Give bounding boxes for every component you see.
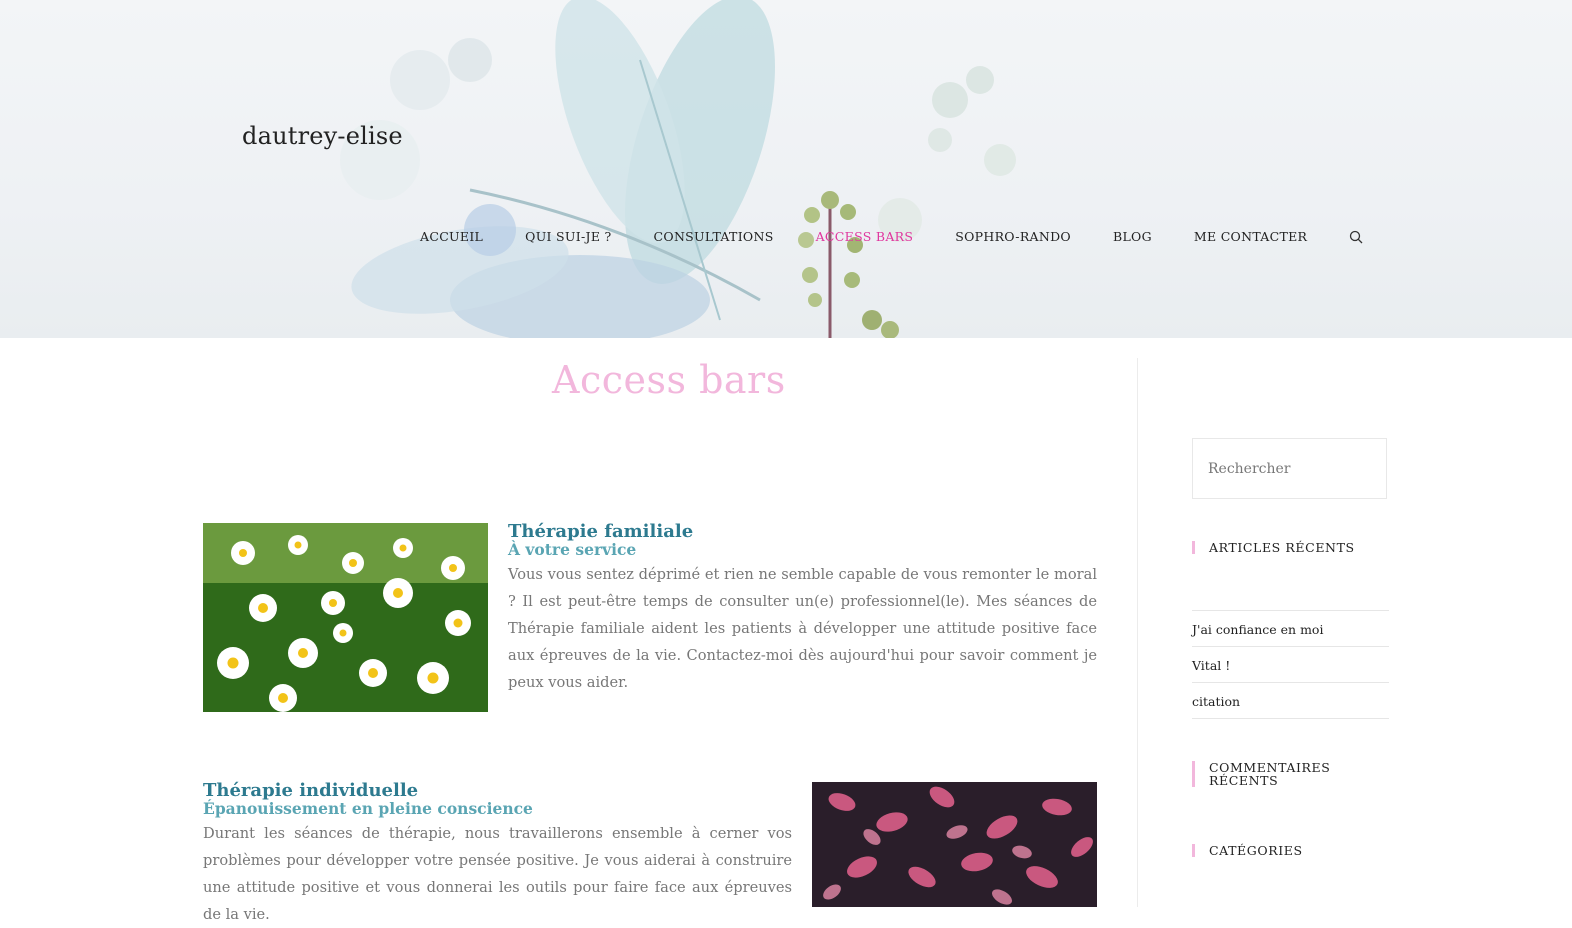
service-therapie-individuelle: Thérapie individuelle Épanouissement en … <box>203 781 792 928</box>
service-text: Durant les séances de thérapie, nous tra… <box>203 825 792 923</box>
service-text: Vous vous sentez déprimé et rien ne semb… <box>508 566 1097 691</box>
page-title: Access bars <box>552 358 786 402</box>
categories-title: CATÉGORIES <box>1192 844 1303 857</box>
pink-leaves-image <box>812 782 1097 907</box>
nav-item-access-bars[interactable]: ACCESS BARS <box>816 229 914 244</box>
site-title[interactable]: dautrey-elise <box>242 122 403 150</box>
service-title: Thérapie individuelle <box>203 780 419 801</box>
sidebar-search-input[interactable] <box>1192 438 1387 499</box>
recent-articles-list: J'ai confiance en moi Vital ! citation <box>1192 610 1389 719</box>
recent-articles-title: ARTICLES RÉCENTS <box>1192 541 1355 554</box>
nav-item-me-contacter[interactable]: ME CONTACTER <box>1194 229 1307 244</box>
nav-item-qui-suis-je[interactable]: QUI SUI-JE ? <box>525 229 611 244</box>
sidebar-divider <box>1137 358 1138 907</box>
nav-item-blog[interactable]: BLOG <box>1113 229 1152 244</box>
service-subtitle: Épanouissement en pleine conscience <box>203 799 533 818</box>
recent-comments-title: COMMENTAIRES RÉCENTS <box>1192 761 1359 787</box>
nav-item-sophro-rando[interactable]: SOPHRO-RANDO <box>955 229 1071 244</box>
service-subtitle: À votre service <box>508 540 637 559</box>
service-title: Thérapie familiale <box>508 521 694 542</box>
search-icon[interactable] <box>1349 230 1363 244</box>
nav-item-accueil[interactable]: ACCUEIL <box>420 229 483 244</box>
header-botanical-illustration <box>340 0 1016 338</box>
recent-article-link[interactable]: J'ai confiance en moi <box>1192 610 1389 646</box>
main-navigation: ACCUEIL QUI SUI-JE ? CONSULTATIONS ACCES… <box>420 229 1363 244</box>
service-therapie-familiale: Thérapie familiale À votre service Vous … <box>508 522 1097 696</box>
daisies-image <box>203 523 488 712</box>
recent-article-link[interactable]: citation <box>1192 682 1389 719</box>
nav-item-consultations[interactable]: CONSULTATIONS <box>654 229 774 244</box>
site-header: dautrey-elise ACCUEIL QUI SUI-JE ? CONSU… <box>0 0 1572 338</box>
recent-article-link[interactable]: Vital ! <box>1192 646 1389 682</box>
